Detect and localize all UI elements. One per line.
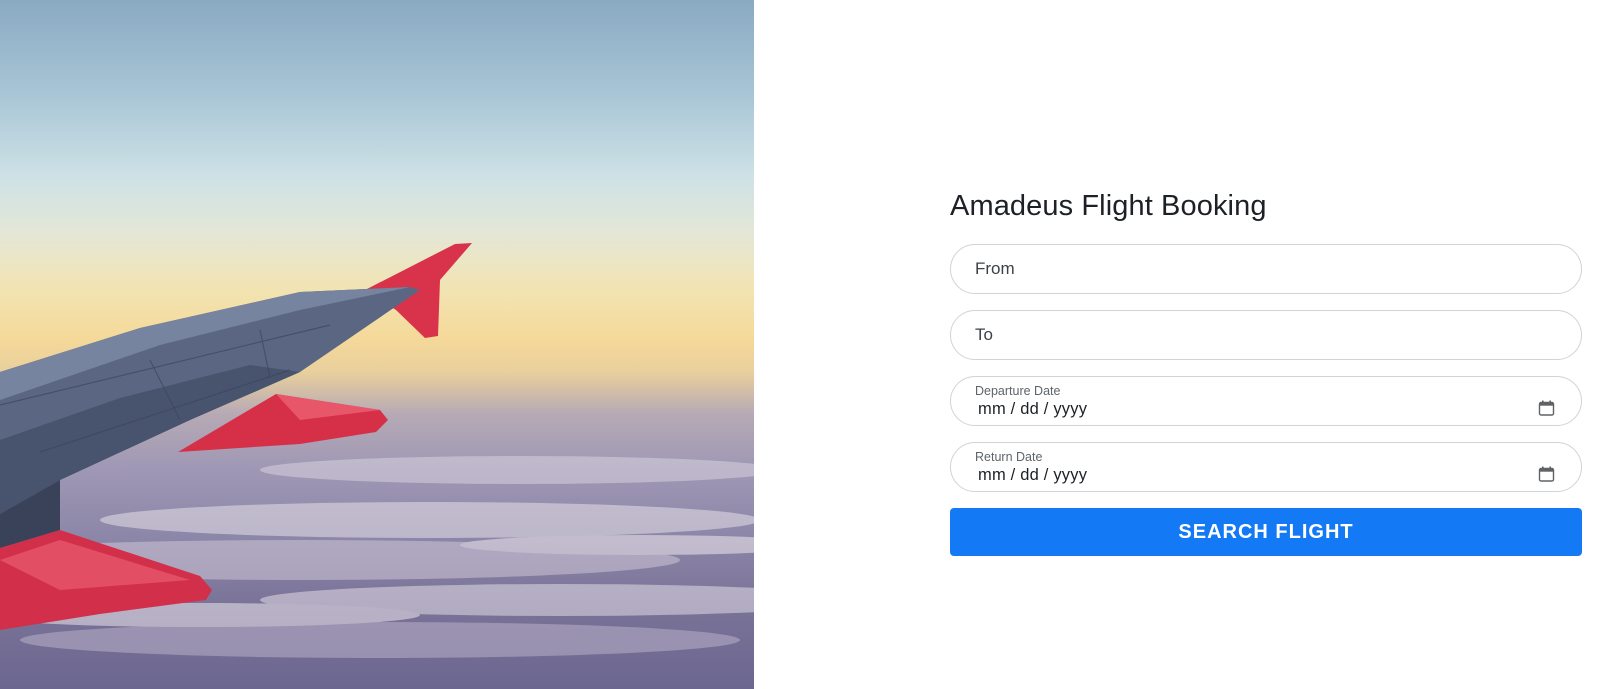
airplane-wing-illustration [0, 243, 754, 658]
return-date-input[interactable]: mm / dd / yyyy [978, 466, 1087, 485]
to-input[interactable]: To [975, 311, 1557, 359]
return-date-field[interactable]: Return Date mm / dd / yyyy [950, 442, 1582, 492]
departure-date-label: Departure Date [975, 384, 1061, 398]
hero-image-airplane-wing [0, 0, 754, 689]
calendar-icon[interactable] [1538, 466, 1555, 482]
to-field[interactable]: To [950, 310, 1582, 360]
departure-date-input[interactable]: mm / dd / yyyy [978, 400, 1087, 419]
booking-form: Amadeus Flight Booking From To Departure… [950, 184, 1582, 556]
from-field[interactable]: From [950, 244, 1582, 294]
departure-date-field[interactable]: Departure Date mm / dd / yyyy [950, 376, 1582, 426]
flight-booking-page: Amadeus Flight Booking From To Departure… [0, 0, 1606, 689]
return-date-label: Return Date [975, 450, 1043, 464]
search-flight-button[interactable]: SEARCH FLIGHT [950, 508, 1582, 556]
from-input[interactable]: From [975, 245, 1557, 293]
calendar-icon[interactable] [1538, 400, 1555, 416]
page-title: Amadeus Flight Booking [950, 190, 1267, 222]
